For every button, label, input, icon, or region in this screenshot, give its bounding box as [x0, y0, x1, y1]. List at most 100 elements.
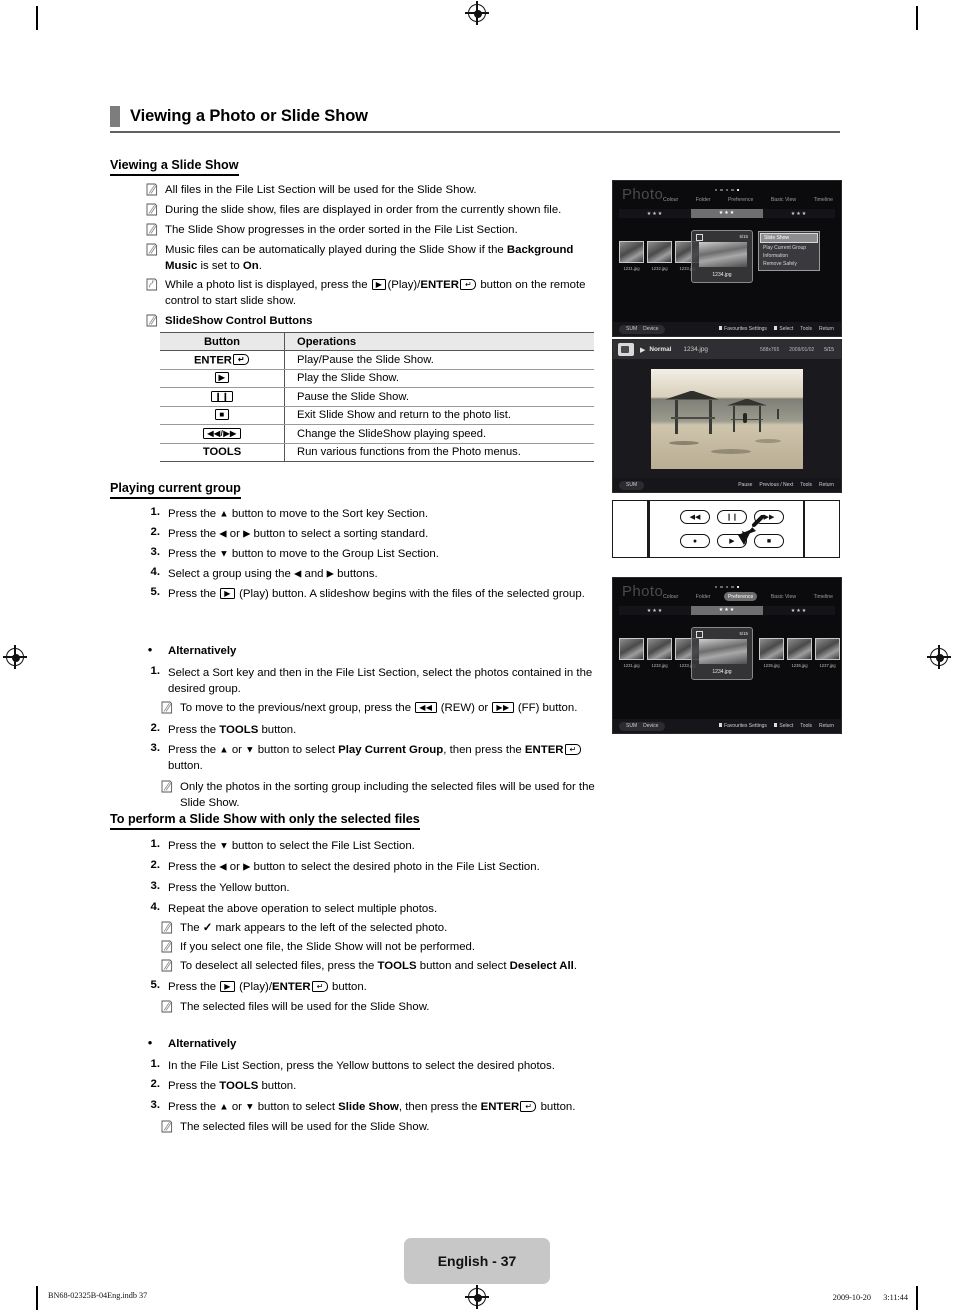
chapter-accent-bar [110, 106, 120, 127]
text-bold-enter: ENTER [524, 744, 564, 756]
crop-mark-top-left [36, 6, 38, 30]
sort-segment-left[interactable]: ★★★ [619, 211, 691, 217]
chapter-divider [110, 131, 840, 133]
sort-segment-left[interactable]: ★★★ [619, 608, 691, 614]
popup-item-slide-show[interactable]: Slide Show [760, 233, 818, 244]
thumbnail-item[interactable]: 1231.jpg [619, 638, 644, 668]
text-fragment: button to select the desired photo in th… [250, 861, 540, 873]
manual-page: Viewing a Photo or Slide Show Viewing a … [0, 0, 954, 1315]
enter-key-icon: ↵ [311, 980, 328, 992]
select-checkbox-icon[interactable] [696, 234, 703, 241]
tab-colour[interactable]: Colour [659, 195, 682, 204]
status-select[interactable]: Select [773, 326, 793, 332]
file-name: 1232.jpg [651, 266, 668, 271]
tab-timeline[interactable]: Timeline [810, 195, 837, 204]
viewer-resolution: 588x765 [760, 346, 780, 353]
popup-item-remove-safely[interactable]: Remove Safely [760, 260, 818, 268]
alt-step-row: 3. Press the ▲ or ▼ button to select Sli… [140, 1099, 620, 1115]
status-select[interactable]: Select [773, 723, 793, 729]
file-counter: 5/15 [739, 233, 748, 239]
status-return[interactable]: Return [819, 482, 834, 488]
step-number: 5. [150, 586, 161, 598]
thumbnail-item[interactable]: 1237.jpg [815, 638, 840, 668]
play-key-icon: ▶ [220, 980, 235, 992]
button-label: ENTER [193, 354, 232, 366]
note-row-controls-heading: SlideShow Control Buttons [145, 313, 600, 329]
viewer-filename: 1234.jpg [683, 346, 708, 353]
status-return[interactable]: Return [819, 326, 834, 332]
status-tools[interactable]: Tools [800, 723, 812, 729]
note-icon [161, 959, 173, 972]
tab-preference[interactable]: Preference [723, 592, 758, 601]
note-row-final: The selected files will be used for the … [160, 1119, 608, 1135]
thumbnail-item[interactable]: 1236.jpg [787, 638, 812, 668]
text-bold: Alternatively [168, 645, 237, 657]
tab-folder[interactable]: Folder [692, 195, 715, 204]
text-bold-slide-show: Slide Show [338, 1101, 399, 1113]
tools-popup-menu[interactable]: Slide Show Play Current Group Informatio… [758, 231, 820, 271]
note-text: To move to the previous/next group, pres… [180, 700, 577, 716]
step-number: 2. [150, 859, 161, 871]
status-tools[interactable]: Tools [800, 326, 812, 332]
status-device[interactable]: Device [643, 723, 658, 729]
note-icon [161, 701, 173, 714]
sort-bar: ★★★ ★★★ ★★★ [619, 209, 835, 218]
sort-segment-current[interactable]: ★★★ [691, 209, 763, 218]
note-icon [146, 203, 158, 216]
thumbnail-item[interactable]: 1235.jpg [759, 638, 784, 668]
file-list-section: 1231.jpg 1232.jpg 1233.jpg 1235.jpg 1236… [613, 230, 841, 283]
table-row: ▶ Play the Slide Show. [160, 368, 594, 388]
status-previous-next[interactable]: Previous / Next [759, 482, 793, 488]
registration-mark-left [3, 645, 27, 669]
remote-rew-button[interactable]: ◀◀ [680, 510, 710, 524]
tab-basic-view[interactable]: Basic View [767, 195, 800, 204]
footer-timestamp: 2009-10-20 3:11:44 [832, 1293, 908, 1302]
thumbnail-item[interactable]: 1232.jpg [647, 241, 672, 271]
step-text: Press the ▲ or ▼ button to select Slide … [168, 1099, 575, 1115]
sort-segment-right[interactable]: ★★★ [763, 211, 835, 217]
select-checkbox-icon[interactable] [696, 631, 703, 638]
status-pause[interactable]: Pause [738, 482, 752, 488]
status-sum[interactable]: SUM [626, 482, 637, 488]
status-favourites-settings[interactable]: Favourites Settings [718, 326, 767, 332]
status-return[interactable]: Return [819, 723, 834, 729]
tab-preference[interactable]: Preference [724, 195, 757, 204]
text-fragment: button and select [416, 960, 510, 972]
popup-item-information[interactable]: Information [760, 252, 818, 260]
popup-item-play-current-group[interactable]: Play Current Group [760, 243, 818, 251]
sort-segment-right[interactable]: ★★★ [763, 608, 835, 614]
table-row: TOOLS Run various functions from the Pho… [160, 442, 594, 462]
text-fragment: button. [328, 981, 367, 993]
text-fragment: button to move to the Sort key Section. [228, 508, 429, 520]
thumbnail-item[interactable]: 1231.jpg [619, 241, 644, 271]
section-heading-viewing-slide-show: Viewing a Slide Show [110, 158, 239, 177]
file-name: 1237.jpg [819, 663, 836, 668]
status-tools[interactable]: Tools [800, 482, 812, 488]
remote-record-button[interactable]: ● [680, 534, 710, 548]
sort-segment-current[interactable]: ★★★ [691, 606, 763, 615]
registration-mark-bottom [465, 1285, 489, 1309]
text-fragment: or [228, 1101, 246, 1113]
enter-key-icon: ↵ [564, 743, 581, 755]
tab-colour[interactable]: Colour [659, 592, 682, 601]
text-fragment: Press the [168, 744, 220, 756]
selected-file-card[interactable]: 5/15 1234.jpg [691, 627, 753, 680]
table-cell-operation: Pause the Slide Show. [284, 387, 594, 407]
text-fragment: Music files can be automatically played … [165, 244, 507, 256]
selected-file-card[interactable]: 5/15 1234.jpg [691, 230, 753, 283]
tab-timeline[interactable]: Timeline [810, 592, 837, 601]
status-bar: SUM Device Favourites Settings Select To… [613, 719, 841, 733]
step-text: Press the ▶ (Play) button. A slideshow b… [168, 586, 585, 602]
step-text: Press the ▼ button to select the File Li… [168, 838, 415, 854]
ff-key-icon: ▶▶ [492, 701, 514, 713]
step-row: 1. Press the ▼ button to select the File… [140, 838, 620, 854]
thumbnail-item[interactable]: 1232.jpg [647, 638, 672, 668]
tab-basic-view[interactable]: Basic View [767, 592, 800, 601]
status-device[interactable]: Device [643, 326, 658, 332]
file-name: 1232.jpg [651, 663, 668, 668]
tab-folder[interactable]: Folder [692, 592, 715, 601]
status-sum[interactable]: SUM [626, 326, 637, 332]
status-favourites-settings[interactable]: Favourites Settings [718, 723, 767, 729]
note-icon [161, 940, 173, 953]
status-sum[interactable]: SUM [626, 723, 637, 729]
